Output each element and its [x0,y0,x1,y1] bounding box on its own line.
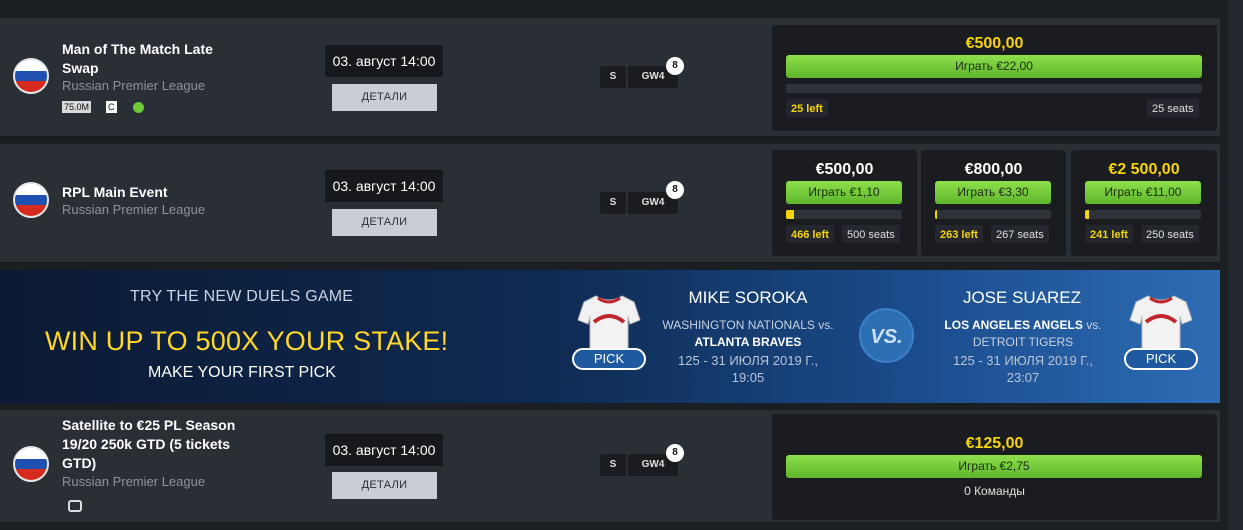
left-cell: 241 left [1085,225,1133,243]
right-dates: 125 - 31 ИЮЛЯ 2019 Г., [953,353,1093,368]
contest-card-2[interactable]: RPL Main Event Russian Premier League 03… [0,144,1220,263]
tag-s: S [600,192,626,214]
seats-total: 500 seats [847,229,895,241]
seats-cell: 25 seats [1147,99,1199,117]
play-button[interactable]: Играть €22,00 [786,55,1202,78]
left-team-1: WASHINGTON NATIONALS [662,318,815,332]
left-team-2: ATLANTA BRAVES [694,335,802,349]
right-team-1: LOS ANGELES ANGELS [944,318,1083,332]
salary-badge: 75.0M [62,101,92,113]
prize-amount: €125,00 [965,435,1024,452]
right-player-when: 125 - 31 ИЮЛЯ 2019 Г., 23:07 [935,352,1111,386]
contest-league: Russian Premier League [62,474,206,489]
left-player-teams: WASHINGTON NATIONALS vs. ATLANTA BRAVES [650,317,846,351]
banner-try-text: TRY THE NEW DUELS GAME [130,288,354,305]
russia-flag-icon [13,58,49,94]
seats-left: 25 left [791,103,823,115]
captain-icon: C [106,101,117,113]
play-button[interactable]: Играть €1,10 [786,181,902,204]
scrollbar[interactable] [1228,0,1243,530]
jersey-icon-left [577,295,641,351]
right-player-name: JOSE SUAREZ [962,288,1082,307]
left-player-when: 125 - 31 ИЮЛЯ 2019 Г., 19:05 [660,352,836,386]
seats-left: 263 left [940,229,978,241]
right-player-teams: LOS ANGELES ANGELS vs. DETROIT TIGERS [930,317,1116,351]
contest-card-3[interactable]: Satellite to €25 PL Season 19/20 250k GT… [0,410,1220,523]
count-badge: 8 [666,57,684,75]
prize-amount: €800,00 [964,161,1023,178]
contest-title[interactable]: Man of The Match Late Swap [62,40,252,78]
seats-total: 25 seats [1152,103,1194,115]
left-dates: 125 - 31 ИЮЛЯ 2019 Г., [678,353,818,368]
duels-banner[interactable]: TRY THE NEW DUELS GAME WIN UP TO 500X YO… [0,270,1220,403]
details-button[interactable]: ДЕТАЛИ [332,209,437,236]
tag-s: S [600,454,626,476]
seats-left: 466 left [791,229,829,241]
pick-button-left[interactable]: PICK [572,348,646,370]
contest-title[interactable]: Satellite to €25 PL Season 19/20 250k GT… [62,416,262,473]
contest-date: 03. август 14:00 [325,434,443,466]
seats-progress-fill [935,210,937,219]
contest-date: 03. август 14:00 [325,170,443,202]
play-button[interactable]: Играть €3,30 [935,181,1051,204]
play-button[interactable]: Играть €11,00 [1085,181,1201,204]
tag-s: S [600,66,626,88]
seats-total: 250 seats [1146,229,1194,241]
seats-progress [786,210,902,219]
seats-left: 241 left [1090,229,1128,241]
left-cell: 466 left [786,225,834,243]
live-icon [133,102,144,113]
seats-progress-fill [786,210,795,219]
left-vs-small: vs. [818,318,834,332]
seats-progress-fill [1085,210,1090,219]
details-button[interactable]: ДЕТАЛИ [332,84,437,111]
prize-amount: €2 500,00 [1108,161,1180,178]
seats-cell: 250 seats [1141,225,1199,243]
contest-league: Russian Premier League [62,202,206,217]
seats-progress [1085,210,1201,219]
contest-league: Russian Premier League [62,78,206,93]
prize-box: €500,00 Играть €22,00 25 left 25 seats [772,25,1217,131]
banner-make-text: MAKE YOUR FIRST PICK [148,364,336,381]
prize-box-1: €500,00 Играть €1,10 466 left 500 seats [772,150,917,256]
right-time: 23:07 [1006,370,1040,385]
jersey-icon-right [1129,295,1193,351]
contest-date: 03. август 14:00 [325,45,443,77]
russia-flag-icon [13,182,49,218]
seats-progress [935,210,1051,219]
left-cell: 263 left [935,225,983,243]
seats-cell: 500 seats [842,225,900,243]
prize-box-2: €800,00 Играть €3,30 263 left 267 seats [921,150,1066,256]
left-cell: 25 left [786,99,828,117]
count-badge: 8 [666,444,684,462]
details-button[interactable]: ДЕТАЛИ [332,472,437,499]
ticket-icon [68,500,82,512]
contest-card-1[interactable]: Man of The Match Late Swap Russian Premi… [0,18,1220,137]
play-button[interactable]: Играть €2,75 [786,455,1202,478]
right-vs-small: vs. [1086,318,1102,332]
seats-cell: 267 seats [991,225,1049,243]
pick-button-right[interactable]: PICK [1124,348,1198,370]
russia-flag-icon [13,446,49,482]
vs-icon: VS. [859,308,914,363]
contest-title[interactable]: RPL Main Event [62,183,168,202]
prize-box: €125,00 Играть €2,75 0 Команды [772,414,1217,520]
banner-win-text: WIN UP TO 500X YOUR STAKE! [45,326,449,356]
count-badge: 8 [666,181,684,199]
teams-count: 0 Команды [964,484,1025,498]
left-player-name: MIKE SOROKA [688,288,808,307]
right-team-2: DETROIT TIGERS [972,335,1074,349]
seats-progress [786,84,1202,93]
seats-total: 267 seats [996,229,1044,241]
prize-amount: €500,00 [815,161,874,178]
top-edge [0,0,1220,18]
prize-box-3: €2 500,00 Играть €11,00 241 left 250 sea… [1071,150,1217,256]
left-time: 19:05 [731,370,765,385]
prize-amount: €500,00 [965,35,1024,52]
